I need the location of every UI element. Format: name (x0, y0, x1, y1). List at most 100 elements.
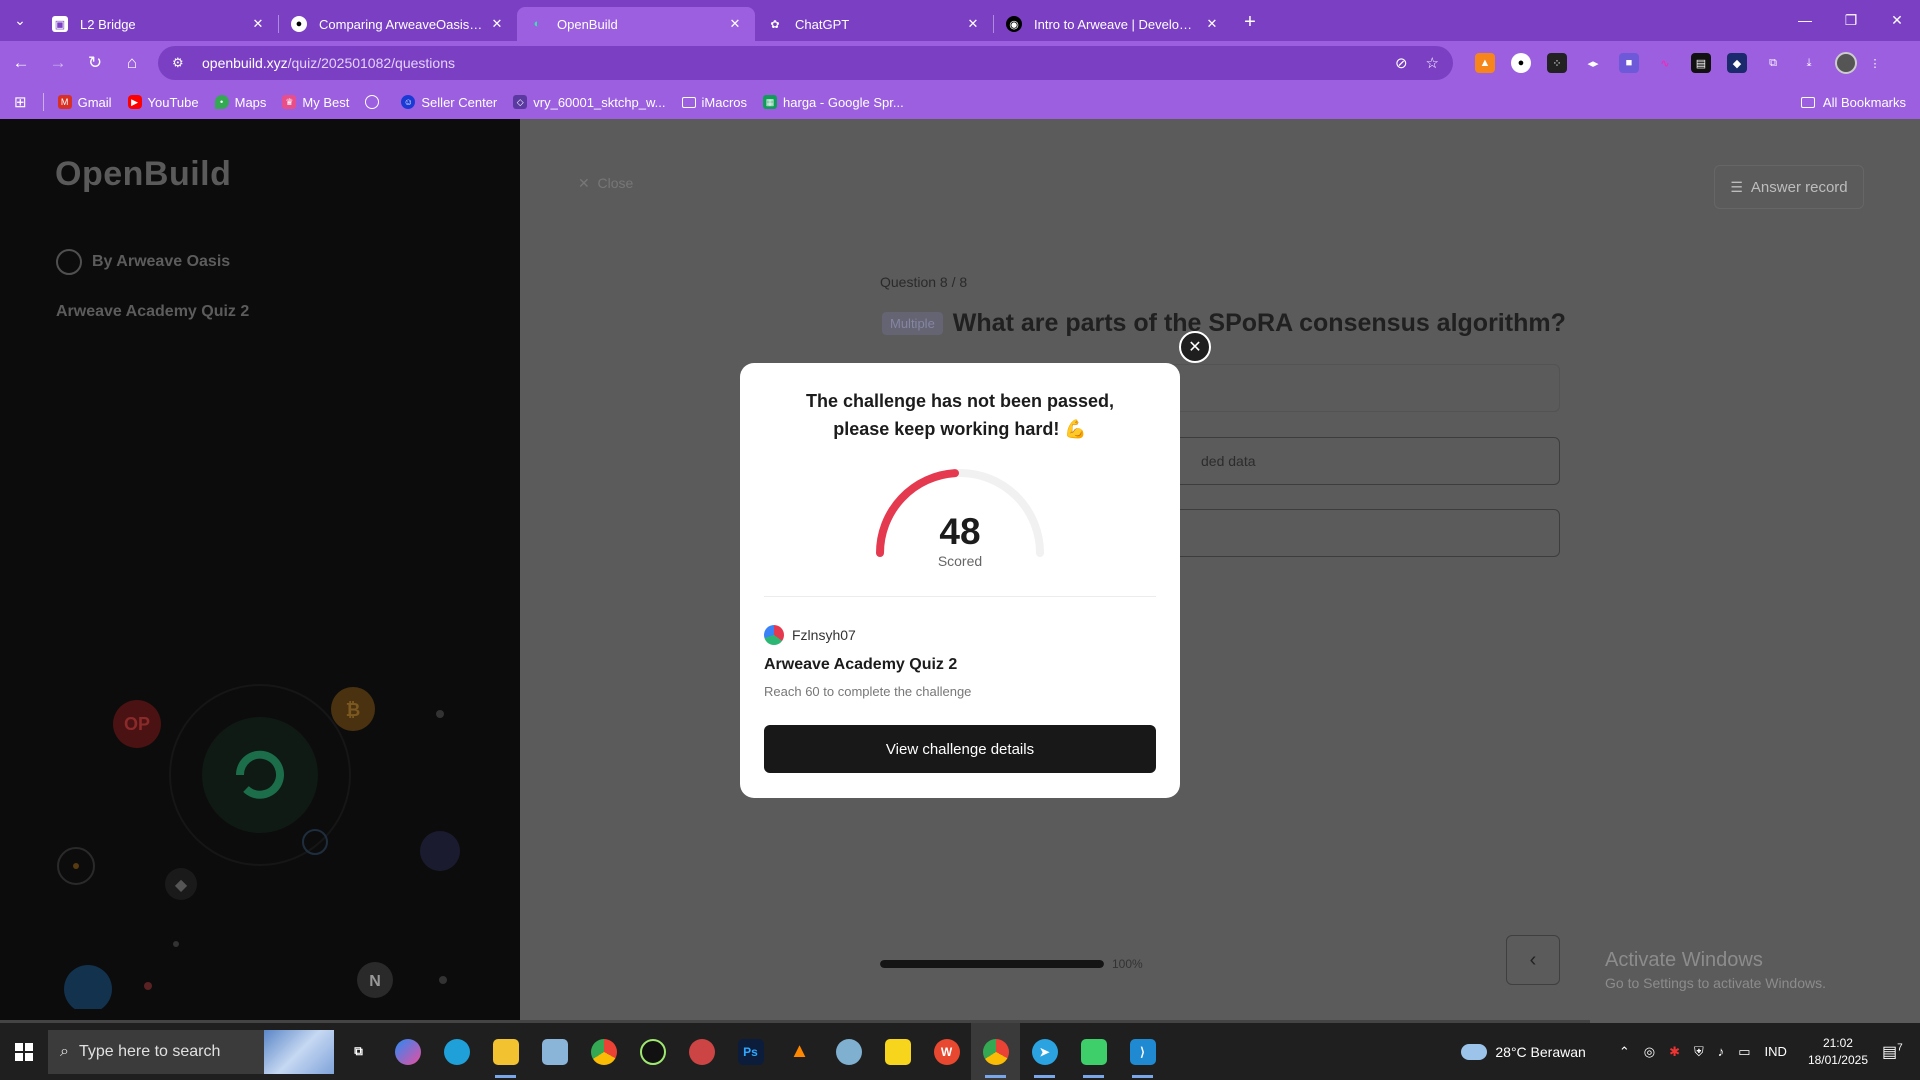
volume-icon[interactable]: ♪ (1718, 1044, 1725, 1059)
tab-openbuild[interactable]: ◐ OpenBuild ✕ (517, 7, 755, 41)
starknet-icon (420, 831, 460, 871)
address-url: openbuild.xyz/quiz/202501082/questions (202, 55, 1377, 71)
bookmark-globe[interactable] (365, 95, 385, 109)
start-button[interactable] (0, 1023, 48, 1080)
vscode-icon[interactable]: ⟩ (1118, 1023, 1167, 1080)
bookmark-maps[interactable]: • Maps (214, 95, 266, 110)
bookmark-label: Seller Center (421, 94, 498, 110)
bookmark-google-sheets[interactable]: ▦ harga - Google Spr... (763, 95, 904, 110)
purple-extension-icon[interactable]: ■ (1619, 53, 1639, 73)
bookmark-seller-center[interactable]: ☺ Seller Center (401, 95, 497, 110)
back-arrow-icon[interactable]: ← (5, 47, 37, 79)
bookmark-gmail[interactable]: M Gmail (57, 95, 112, 110)
browser-tabstrip: ⌄ ▣ L2 Bridge ✕ ● Comparing ArweaveOasis… (0, 0, 1920, 41)
site-info-icon[interactable]: ⚙ (172, 55, 190, 71)
photoshop-icon[interactable]: Ps (726, 1023, 775, 1080)
forward-arrow-icon[interactable]: → (42, 47, 74, 79)
tab-l2-bridge[interactable]: ▣ L2 Bridge ✕ (40, 7, 278, 41)
byline[interactable]: By Arweave Oasis (56, 249, 230, 275)
modal-close-button[interactable]: ✕ (1179, 331, 1211, 363)
openbuild-favicon-icon: ◐ (533, 18, 541, 30)
puzzle-extensions-icon[interactable]: ⧉ (1763, 53, 1783, 73)
arrows-extension-icon[interactable]: ◂▸ (1583, 53, 1603, 73)
tab-close-icon[interactable]: ✕ (1204, 16, 1220, 32)
dots-extension-icon[interactable]: ⁘ (1547, 53, 1567, 73)
tab-search-chevron-icon[interactable]: ⌄ (0, 0, 40, 41)
tab-close-icon[interactable]: ✕ (727, 16, 743, 32)
address-bar[interactable]: ⚙ openbuild.xyz/quiz/202501082/questions… (158, 46, 1453, 80)
apps-grid-icon[interactable]: ⊞ (14, 93, 27, 111)
bookmark-imacros[interactable]: iMacros (681, 95, 747, 110)
chrome-active-icon[interactable] (971, 1023, 1020, 1080)
home-icon[interactable]: ⌂ (116, 47, 148, 79)
taskbar-search[interactable]: ⌕ Type here to search (48, 1029, 334, 1074)
clock[interactable]: 21:02 18/01/2025 (1808, 1035, 1868, 1069)
copilot-icon[interactable] (383, 1023, 432, 1080)
file-explorer-icon[interactable] (481, 1023, 530, 1080)
profile-avatar[interactable] (1835, 52, 1857, 74)
terminal-app-icon[interactable] (628, 1023, 677, 1080)
tab-close-icon[interactable]: ✕ (965, 16, 981, 32)
tab-close-icon[interactable]: ✕ (489, 16, 505, 32)
bookmark-youtube[interactable]: ▶ YouTube (127, 94, 199, 110)
previous-question-button[interactable]: ‹ (1506, 935, 1560, 985)
tab-chatgpt[interactable]: ✿ ChatGPT ✕ (755, 7, 993, 41)
arweave-oasis-logo-icon (56, 249, 82, 275)
close-quiz-link[interactable]: ✕ Close (578, 175, 633, 192)
photos-icon[interactable] (530, 1023, 579, 1080)
signature-extension-icon[interactable]: ∿ (1655, 53, 1675, 73)
bookmark-sketchup[interactable]: ◇ vry_60001_sktchp_w... (513, 95, 666, 110)
eye-off-icon[interactable]: ⊘ (1395, 54, 1408, 72)
bookmark-label: YouTube (147, 94, 199, 110)
tray-chevron-up-icon[interactable]: ⌃ (1619, 1044, 1630, 1060)
wallet-extension-icon[interactable]: ● (1511, 53, 1531, 73)
tab-arweave-intro[interactable]: ◉ Intro to Arweave | Developer D ✕ (994, 7, 1232, 41)
browser-menu-icon[interactable]: ⋮ (1865, 53, 1885, 73)
minimize-icon[interactable]: — (1782, 12, 1828, 29)
bookmark-star-icon[interactable]: ☆ (1426, 54, 1439, 72)
dot-icon (173, 941, 179, 947)
terminal-extension-icon[interactable]: ▤ (1691, 53, 1711, 73)
url-host: openbuild.xyz (202, 55, 288, 71)
network-icon[interactable]: ▭ (1738, 1044, 1750, 1060)
restore-icon[interactable]: ❐ (1828, 12, 1874, 29)
notepad-plus-icon[interactable] (1069, 1023, 1118, 1080)
reload-icon[interactable]: ↻ (79, 47, 111, 79)
language-indicator[interactable]: IND (1765, 1044, 1787, 1059)
question-header: Multiple What are parts of the SPoRA con… (882, 309, 1566, 338)
paint-icon[interactable] (824, 1023, 873, 1080)
vlc-icon[interactable]: ▲ (775, 1023, 824, 1080)
shield-tray-icon[interactable]: ⛨ (1694, 1044, 1704, 1060)
chrome-icon[interactable] (579, 1023, 628, 1080)
telegram-icon[interactable]: ➤ (1020, 1023, 1069, 1080)
result-heading-line2: please keep working hard! 💪 (833, 419, 1087, 439)
download-icon[interactable]: ⤓ (1799, 53, 1819, 73)
weather-widget[interactable]: 28°C Berawan (1461, 1043, 1586, 1060)
progress-label: 100% (1112, 957, 1143, 971)
question-counter: Question 8 / 8 (880, 274, 968, 290)
window-close-icon[interactable]: ✕ (1874, 12, 1920, 29)
tab-close-icon[interactable]: ✕ (250, 16, 266, 32)
tab-github-compare[interactable]: ● Comparing ArweaveOasis:main ✕ (279, 7, 517, 41)
dot-icon (144, 982, 152, 990)
task-view-icon[interactable]: ⧉ (334, 1023, 383, 1080)
notification-center-icon[interactable]: ▤7 (1882, 1042, 1912, 1062)
blue-extension-icon[interactable]: ◆ (1727, 53, 1747, 73)
search-highlight-image (264, 1029, 334, 1074)
app-icon[interactable] (677, 1023, 726, 1080)
bookmark-my-best[interactable]: ♛ My Best (282, 95, 349, 110)
red-app-tray-icon[interactable]: ✱ (1669, 1044, 1680, 1060)
edge-icon[interactable] (432, 1023, 481, 1080)
sticky-notes-icon[interactable] (873, 1023, 922, 1080)
camera-icon[interactable]: ◎ (1644, 1044, 1655, 1060)
wps-office-icon[interactable]: W (922, 1023, 971, 1080)
all-bookmarks[interactable]: All Bookmarks (1800, 95, 1906, 110)
l2bridge-favicon-icon: ▣ (52, 16, 68, 32)
arweave-favicon-icon: ◉ (1006, 16, 1022, 32)
ecosystem-illustration: OP ₿ ◆ N (57, 684, 460, 1009)
new-tab-plus-icon[interactable]: + (1232, 11, 1268, 34)
result-heading-line1: The challenge has not been passed, (805, 391, 1115, 411)
view-challenge-details-button[interactable]: View challenge details (764, 725, 1156, 773)
answer-record-button[interactable]: ☰ Answer record (1714, 165, 1864, 209)
metamask-extension-icon[interactable]: ▲ (1475, 53, 1495, 73)
